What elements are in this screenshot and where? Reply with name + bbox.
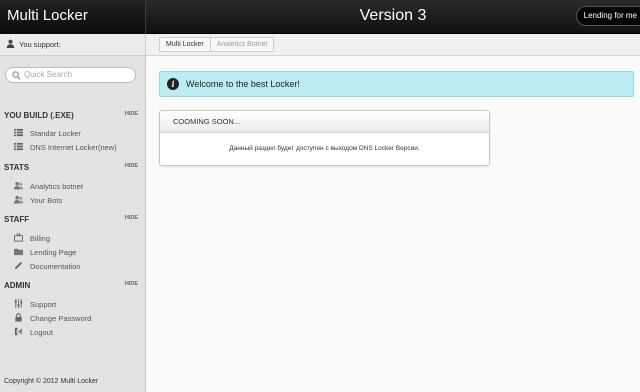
sidebar-item-label: Analytics botnet: [30, 182, 83, 191]
breadcrumb-bar: Multi Locker Analetics Botnet: [146, 34, 640, 56]
search-icon: [12, 71, 21, 80]
sidebar-item-label: Logout: [30, 328, 53, 337]
brand-logo[interactable]: Multi Locker: [0, 0, 146, 34]
top-navbar: Multi Locker Version 3 Lending for me: [0, 0, 640, 34]
panel-body-text: Данный раздел будет доступен с выходом D…: [229, 145, 420, 152]
section-header-stats: STATS HIDE: [4, 163, 138, 172]
sidebar-item-analytics-botnet[interactable]: Analytics botnet: [14, 181, 138, 193]
sidebar-item-billing[interactable]: Billing: [14, 233, 138, 245]
section-header-staff: STAFF HIDE: [4, 215, 138, 224]
hide-toggle[interactable]: HIDE: [125, 281, 138, 287]
section-title: STATS: [4, 163, 30, 172]
sidebar: You support: Quick Search YOU BUILD (.EX…: [0, 34, 146, 392]
section-header-admin: ADMIN HIDE: [4, 281, 138, 290]
sidebar-item-label: Billing: [30, 234, 51, 243]
sidebar-item-label: DNS Internet Locker(new): [30, 143, 117, 152]
lending-button[interactable]: Lending for me: [575, 6, 640, 26]
welcome-alert: i Welcome to the best Locker!: [159, 71, 634, 97]
sidebar-item-label: Lending Page: [30, 248, 77, 257]
support-row[interactable]: You support:: [0, 34, 145, 56]
briefcase-icon: [14, 233, 23, 242]
section-title: STAFF: [4, 215, 30, 224]
search-placeholder: Quick Search: [24, 70, 73, 79]
section-header-build: YOU BUILD (.EXE) HIDE: [4, 111, 138, 120]
breadcrumb-item-current: Analetics Botnet: [216, 41, 268, 48]
lock-icon: [15, 313, 22, 322]
list-icon: [14, 142, 23, 151]
breadcrumb-item-home[interactable]: Multi Locker: [160, 38, 211, 51]
panel-title: COOMING SOON...: [160, 111, 489, 133]
users-icon: [14, 181, 23, 190]
coming-soon-panel: COOMING SOON... Данный раздел будет дост…: [159, 110, 490, 166]
copyright-text: Copyright © 2012 Multi Locker: [4, 378, 99, 385]
hide-toggle[interactable]: HIDE: [125, 215, 138, 221]
list-icon: [14, 128, 23, 137]
sidebar-item-support[interactable]: Support: [14, 299, 138, 311]
alert-text: Welcome to the best Locker!: [186, 79, 300, 89]
sidebar-item-logout[interactable]: Logout: [14, 327, 138, 339]
sidebar-item-label: Documentation: [30, 262, 81, 271]
sidebar-item-label: Change Password: [30, 314, 92, 323]
sidebar-item-dns-locker[interactable]: DNS Internet Locker(new): [14, 142, 138, 154]
sidebar-item-your-bots[interactable]: Your Bots: [14, 195, 138, 207]
sidebar-item-label: Your Bots: [30, 196, 63, 205]
hide-toggle[interactable]: HIDE: [125, 163, 138, 169]
sidebar-item-label: Support: [30, 300, 57, 309]
section-title: ADMIN: [4, 281, 31, 290]
sidebar-item-label: Standar Locker: [30, 129, 81, 138]
sidebar-item-lending-page[interactable]: Lending Page: [14, 247, 138, 259]
users-icon: [14, 195, 23, 204]
support-label: You support:: [19, 40, 61, 49]
sidebar-item-change-password[interactable]: Change Password: [14, 313, 138, 325]
section-title: YOU BUILD (.EXE): [4, 111, 74, 120]
logout-icon: [14, 327, 23, 336]
sidebar-item-standar-locker[interactable]: Standar Locker: [14, 128, 138, 140]
breadcrumb: Multi Locker Analetics Botnet: [159, 37, 275, 52]
sliders-icon: [14, 299, 23, 308]
hide-toggle[interactable]: HIDE: [125, 111, 138, 117]
sidebar-item-documentation[interactable]: Documentation: [14, 261, 138, 273]
folder-icon: [14, 248, 23, 256]
user-icon: [6, 39, 15, 48]
pencil-icon: [14, 261, 23, 270]
version-title: Version 3: [359, 7, 427, 24]
search-input[interactable]: Quick Search: [5, 67, 136, 83]
info-icon: i: [167, 78, 179, 90]
